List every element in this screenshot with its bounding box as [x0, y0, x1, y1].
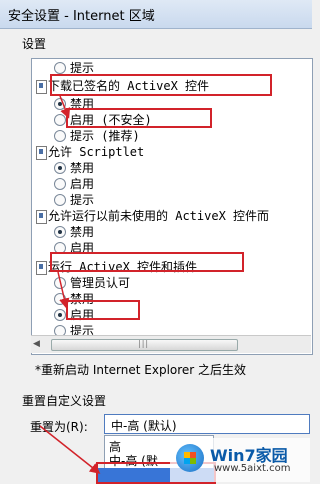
arrow-icon	[57, 271, 70, 309]
arrow-icon	[59, 95, 71, 119]
arrow-icon	[39, 425, 101, 474]
annotation-arrows	[39, 95, 101, 474]
